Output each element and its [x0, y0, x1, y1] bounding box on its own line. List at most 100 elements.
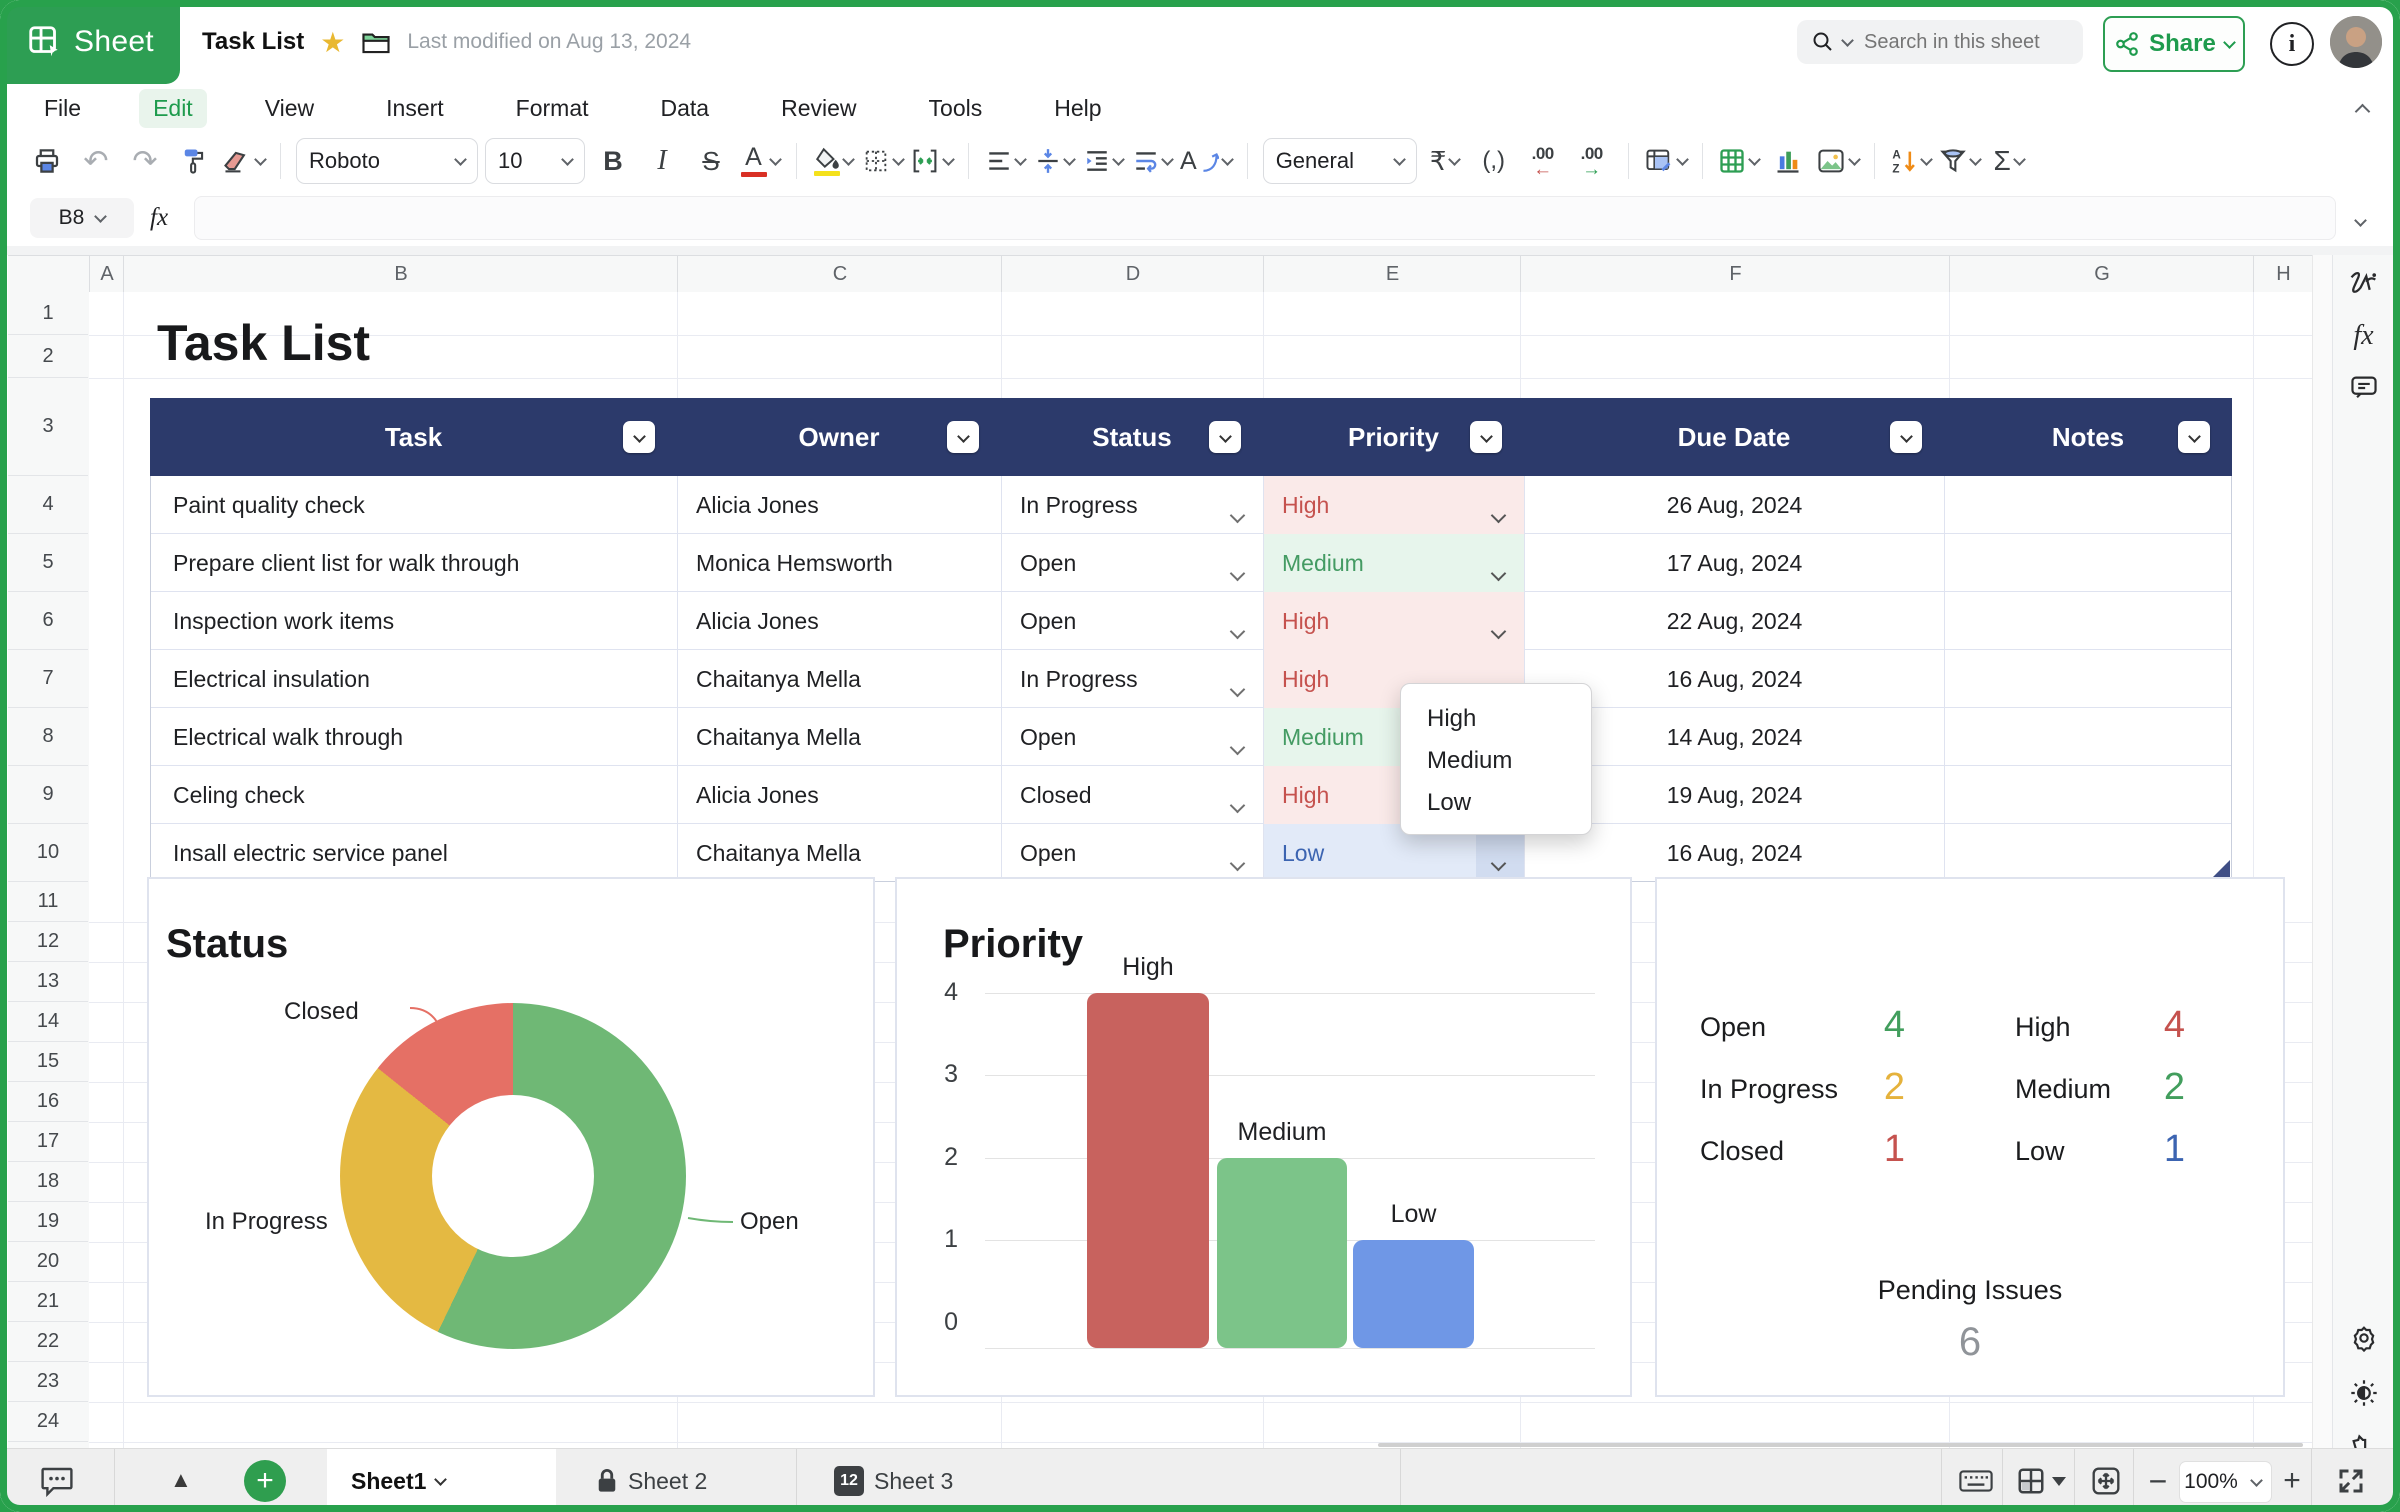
number-format-select[interactable]: General: [1263, 138, 1417, 184]
filter-task-button[interactable]: [623, 421, 655, 453]
filter-status-button[interactable]: [1209, 421, 1241, 453]
column-header-F[interactable]: F: [1520, 256, 1950, 292]
status-dropdown-cell[interactable]: Open: [1001, 534, 1263, 592]
row-header-21[interactable]: 21: [8, 1282, 88, 1322]
priority-dropdown-cell[interactable]: Medium: [1263, 534, 1524, 592]
row-header-2[interactable]: 2: [8, 335, 88, 378]
print-button[interactable]: [26, 138, 68, 184]
text-rotate-button[interactable]: A: [1180, 138, 1232, 184]
redo-button[interactable]: ↷: [124, 138, 166, 184]
search-text-field[interactable]: [1862, 30, 2056, 55]
dropdown-option-medium[interactable]: Medium: [1427, 740, 1591, 782]
chevron-down-icon[interactable]: [1232, 558, 1243, 585]
italic-button[interactable]: I: [641, 138, 683, 184]
fill-color-button[interactable]: [812, 138, 854, 184]
zoom-caret-button[interactable]: [2241, 1461, 2272, 1503]
zia-assistant-icon[interactable]: [2333, 260, 2394, 306]
currency-format-button[interactable]: ₹: [1424, 138, 1466, 184]
filter-button[interactable]: [1939, 138, 1981, 184]
zoom-in-button[interactable]: +: [2272, 1449, 2312, 1512]
undo-button[interactable]: ↶: [75, 138, 117, 184]
filter-owner-button[interactable]: [947, 421, 979, 453]
formula-bar-expand-caret-icon[interactable]: [2356, 212, 2365, 230]
column-header-E[interactable]: E: [1263, 256, 1521, 292]
conditional-format-button[interactable]: [1644, 138, 1687, 184]
row-header-23[interactable]: 23: [8, 1362, 88, 1402]
column-header-A[interactable]: A: [89, 256, 124, 292]
row-header-12[interactable]: 12: [8, 922, 88, 962]
priority-dropdown-cell[interactable]: High: [1263, 592, 1524, 650]
tab-sheet1[interactable]: Sheet1: [327, 1449, 556, 1512]
sum-button[interactable]: Σ: [1988, 138, 2030, 184]
row-header-8[interactable]: 8: [8, 708, 88, 766]
filter-notes-button[interactable]: [2178, 421, 2210, 453]
view-mode-button[interactable]: [2008, 1449, 2074, 1512]
menu-data[interactable]: Data: [647, 89, 724, 128]
row-header-16[interactable]: 16: [8, 1082, 88, 1122]
row-header-15[interactable]: 15: [8, 1042, 88, 1082]
format-painter-button[interactable]: [173, 138, 215, 184]
indent-button[interactable]: [1082, 138, 1124, 184]
chevron-down-icon[interactable]: [1232, 674, 1243, 701]
menu-view[interactable]: View: [251, 89, 328, 128]
status-dropdown-cell[interactable]: In Progress: [1001, 476, 1263, 534]
row-header-11[interactable]: 11: [8, 882, 88, 922]
chevron-down-icon[interactable]: [1232, 616, 1243, 643]
chevron-down-icon[interactable]: [1232, 848, 1243, 875]
theme-brightness-icon[interactable]: [2333, 1370, 2394, 1416]
row-header-17[interactable]: 17: [8, 1122, 88, 1162]
fullscreen-button[interactable]: [2318, 1449, 2384, 1512]
menu-insert[interactable]: Insert: [372, 89, 458, 128]
insert-image-button[interactable]: [1816, 138, 1859, 184]
merge-cells-button[interactable]: [910, 138, 953, 184]
row-header-14[interactable]: 14: [8, 1002, 88, 1042]
strikethrough-button[interactable]: S: [690, 138, 732, 184]
column-header-C[interactable]: C: [677, 256, 1002, 292]
fit-to-screen-button[interactable]: [2080, 1449, 2132, 1512]
tab-sheet2[interactable]: Sheet 2: [572, 1449, 731, 1512]
menu-review[interactable]: Review: [767, 89, 870, 128]
filter-due-date-button[interactable]: [1890, 421, 1922, 453]
column-header-G[interactable]: G: [1949, 256, 2254, 292]
document-title[interactable]: Task List: [202, 28, 304, 56]
column-header-D[interactable]: D: [1001, 256, 1264, 292]
row-header-3[interactable]: 3: [8, 378, 88, 476]
add-sheet-button[interactable]: +: [244, 1460, 286, 1502]
decrease-decimal-button[interactable]: .00←: [1522, 138, 1564, 184]
chevron-down-icon[interactable]: [1232, 732, 1243, 759]
status-dropdown-cell[interactable]: Open: [1001, 592, 1263, 650]
row-header-22[interactable]: 22: [8, 1322, 88, 1362]
font-color-button[interactable]: A: [739, 138, 781, 184]
dropdown-option-low[interactable]: Low: [1427, 782, 1591, 824]
virtual-keyboard-button[interactable]: [1950, 1449, 2002, 1512]
borders-button[interactable]: [861, 138, 903, 184]
row-header-5[interactable]: 5: [8, 534, 88, 592]
chevron-down-icon[interactable]: [1493, 558, 1504, 585]
sort-button[interactable]: AZ: [1890, 138, 1932, 184]
font-family-select[interactable]: Roboto: [296, 138, 478, 184]
menu-tools[interactable]: Tools: [915, 89, 997, 128]
chevron-down-icon[interactable]: [1493, 500, 1504, 527]
collapse-toolbar-button[interactable]: [2348, 96, 2376, 120]
row-header-13[interactable]: 13: [8, 962, 88, 1002]
chevron-down-icon[interactable]: [1232, 500, 1243, 527]
status-dropdown-cell[interactable]: Closed: [1001, 766, 1263, 824]
bold-button[interactable]: B: [592, 138, 634, 184]
status-dropdown-cell[interactable]: In Progress: [1001, 650, 1263, 708]
priority-dropdown-cell[interactable]: High: [1263, 476, 1524, 534]
favorite-star-icon[interactable]: ★: [320, 26, 345, 59]
row-header-10[interactable]: 10: [8, 824, 88, 882]
chat-button[interactable]: [0, 1449, 115, 1512]
column-header-H[interactable]: H: [2253, 256, 2313, 292]
view-settings-gear-icon[interactable]: [2333, 1315, 2394, 1361]
user-avatar[interactable]: [2330, 16, 2382, 68]
increase-decimal-button[interactable]: .00→: [1571, 138, 1613, 184]
menu-file[interactable]: File: [30, 89, 95, 128]
filter-priority-button[interactable]: [1470, 421, 1502, 453]
row-header-19[interactable]: 19: [8, 1202, 88, 1242]
font-size-select[interactable]: 10: [485, 138, 585, 184]
tab-sheet3[interactable]: 12 Sheet 3: [810, 1449, 977, 1512]
menu-help[interactable]: Help: [1040, 89, 1115, 128]
row-header-4[interactable]: 4: [8, 476, 88, 534]
row-header-9[interactable]: 9: [8, 766, 88, 824]
